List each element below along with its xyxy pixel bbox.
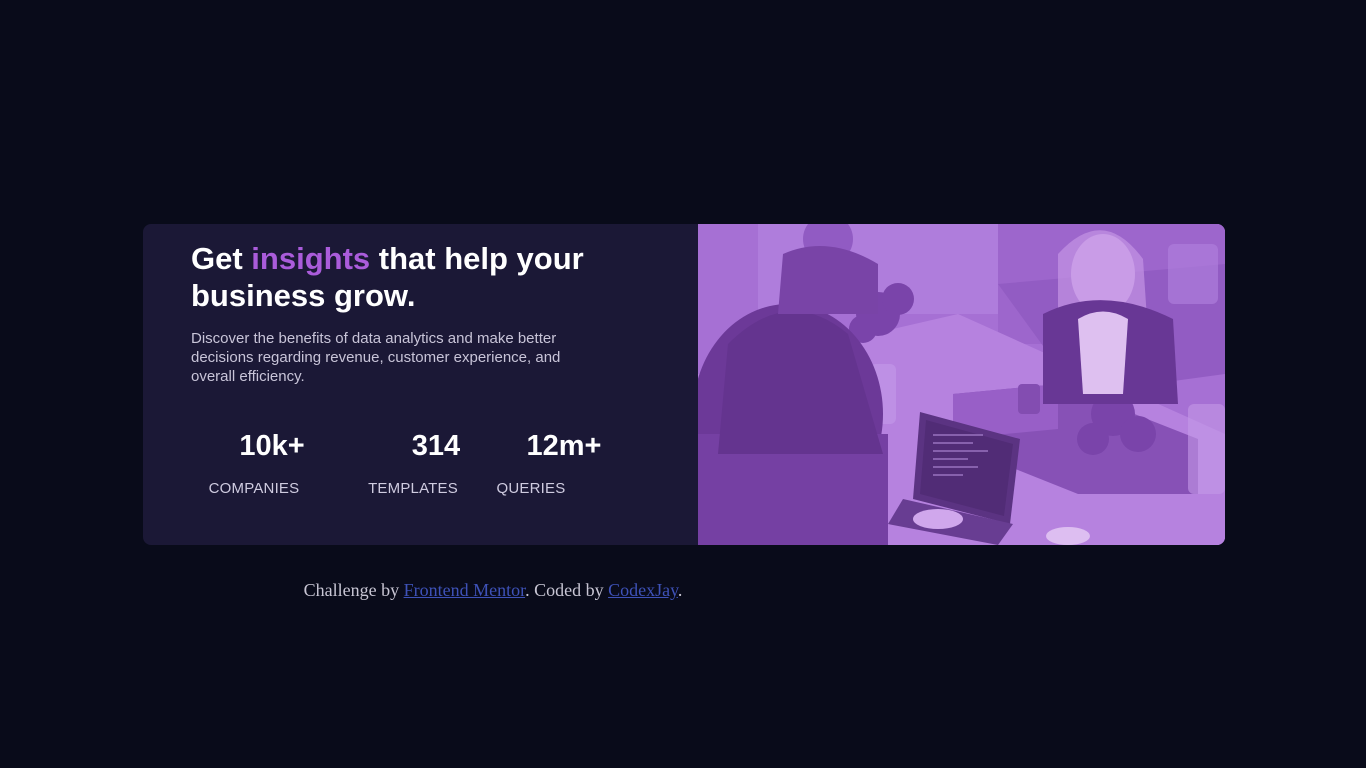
headline-accent: insights — [251, 241, 371, 276]
stat-label: COMPANIES — [208, 480, 300, 497]
card-text-panel: Get insights that help your business gro… — [143, 224, 698, 545]
stat-label: TEMPLATES — [368, 480, 458, 497]
stat-templates: 314 TEMPLATES — [350, 426, 480, 506]
attribution-suffix: . — [677, 580, 683, 600]
codexjay-link[interactable]: CodexJay — [608, 580, 678, 600]
office-photo-illustration — [698, 224, 1225, 545]
stat-value: 10k+ — [239, 430, 305, 462]
stat-queries: 12m+ QUERIES — [497, 426, 630, 506]
stat-value: 314 — [411, 430, 461, 462]
description: Discover the benefits of data analytics … — [191, 330, 561, 385]
attribution-middle: . Coded by — [525, 580, 609, 600]
stats-preview-card: Get insights that help your business gro… — [143, 224, 1225, 545]
stats-row: 10k+ COMPANIES 314 TEMPLATES 12m+ QUERIE… — [191, 426, 651, 506]
frontend-mentor-link[interactable]: Frontend Mentor — [404, 580, 526, 600]
attribution: Challenge by Frontend Mentor. Coded by C… — [0, 579, 986, 601]
office-photo-image — [698, 224, 1225, 545]
headline-part-1: Get — [191, 241, 252, 276]
attribution-prefix: Challenge by — [303, 580, 404, 600]
headline: Get insights that help your business gro… — [191, 240, 611, 314]
stat-label: QUERIES — [496, 480, 566, 497]
stat-companies: 10k+ COMPANIES — [191, 426, 321, 506]
stat-value: 12m+ — [526, 430, 602, 462]
